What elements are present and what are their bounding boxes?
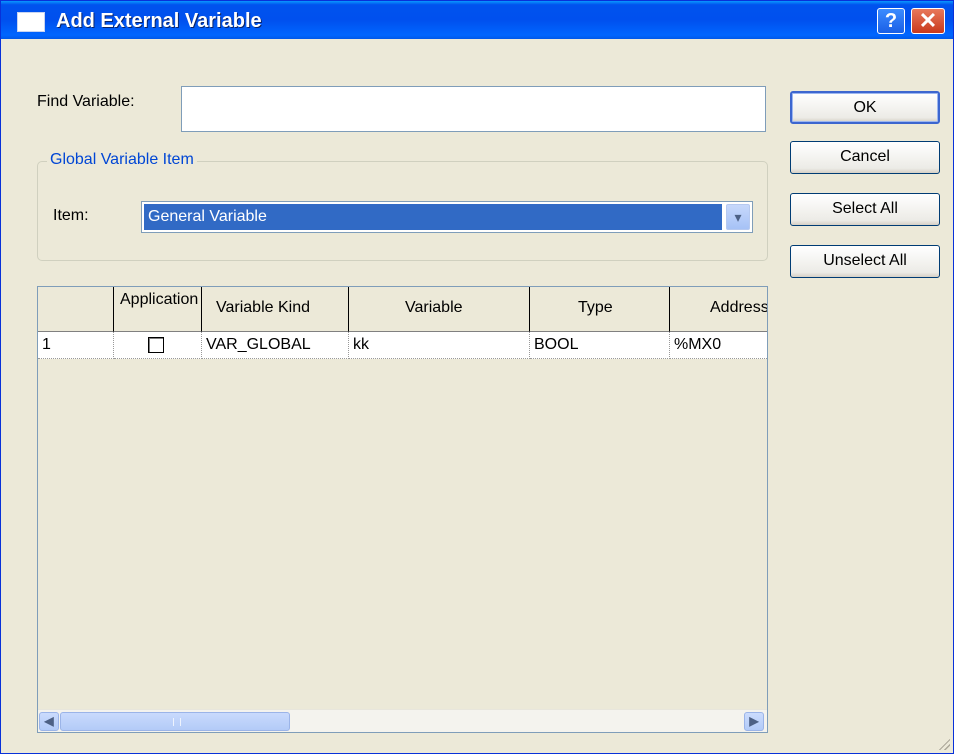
column-header-variable-kind[interactable]: Variable Kind: [202, 287, 349, 332]
variable-cell: kk: [349, 332, 530, 359]
scroll-left-icon[interactable]: ◀: [39, 712, 59, 731]
address-cell: %MX0: [670, 332, 767, 359]
grip-icon: [173, 718, 181, 726]
scroll-right-icon[interactable]: ▶: [744, 712, 764, 731]
scrollbar-thumb[interactable]: [60, 712, 290, 731]
unselect-all-button[interactable]: Unselect All: [790, 245, 940, 278]
column-header-variable[interactable]: Variable: [349, 287, 530, 332]
column-header-type[interactable]: Type: [530, 287, 670, 332]
chevron-down-icon[interactable]: ▾: [726, 204, 750, 230]
type-cell: BOOL: [530, 332, 670, 359]
item-select-value: General Variable: [144, 204, 722, 230]
find-variable-input[interactable]: [181, 86, 766, 132]
column-header-label: Application: [120, 291, 199, 308]
column-header-label: Variable Kind: [216, 299, 310, 316]
group-legend: Global Variable Item: [47, 151, 197, 169]
help-button[interactable]: ?: [877, 8, 905, 34]
ok-button[interactable]: OK: [790, 91, 940, 124]
title-bar[interactable]: Add External Variable ? ✕: [1, 1, 953, 39]
column-header-application[interactable]: Application: [114, 287, 202, 332]
column-header-label: Type: [578, 299, 613, 316]
item-select[interactable]: General Variable ▾: [141, 201, 753, 233]
window-title: Add External Variable: [56, 10, 262, 32]
column-header-label: Variable: [405, 299, 463, 316]
row-number-cell: 1: [38, 332, 114, 359]
select-all-button[interactable]: Select All: [790, 193, 940, 226]
close-button[interactable]: ✕: [911, 8, 945, 34]
column-header-label: Address: [710, 299, 767, 316]
column-header-address[interactable]: Address: [670, 287, 767, 332]
resize-grip[interactable]: [936, 736, 950, 750]
column-header-row-number: [38, 287, 114, 332]
variable-kind-cell: VAR_GLOBAL: [202, 332, 349, 359]
application-checkbox[interactable]: [148, 337, 164, 353]
cancel-button[interactable]: Cancel: [790, 141, 940, 174]
variable-grid: Application Variable Kind Variable Type …: [37, 286, 768, 733]
item-label: Item:: [53, 207, 89, 224]
window-icon: [17, 12, 45, 32]
horizontal-scrollbar[interactable]: ◀ ▶: [38, 709, 767, 732]
add-external-variable-dialog: Add External Variable ? ✕ Find Variable:…: [0, 0, 954, 754]
find-variable-label: Find Variable:: [37, 93, 135, 110]
